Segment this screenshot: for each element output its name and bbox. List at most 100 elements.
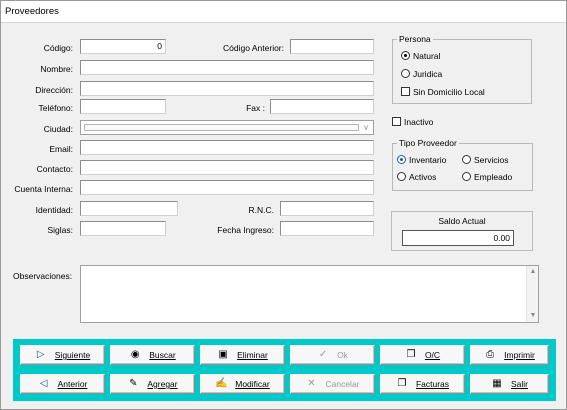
codigo-anterior-field[interactable] [290,39,374,54]
ok-label: Ok [337,350,348,360]
anterior-label: Anterior [57,379,88,389]
observaciones-label: Observaciones: [13,271,73,281]
cancelar-button[interactable]: ✕ Cancelar [290,374,375,394]
facturas-button[interactable]: ❐ Facturas [380,374,465,394]
rnc-field[interactable] [280,201,374,216]
observaciones-textarea[interactable]: ▲ ▼ [80,265,539,323]
anterior-button[interactable]: ◁ Anterior [20,374,105,394]
x-cancel-icon: ✕ [307,378,316,389]
radio-checked-icon[interactable] [401,51,410,60]
inactivo-option[interactable]: Inactivo [392,117,433,127]
checkbox-icon[interactable] [392,117,401,126]
siguiente-button[interactable]: ▷ Siguiente [20,345,105,365]
contacto-label: Contacto: [36,164,73,174]
salir-button[interactable]: ▦ Salir [470,374,549,394]
inactivo-label: Inactivo [404,117,434,127]
tipo-proveedor-group: Tipo Proveedor Inventario Servicios Acti… [392,138,533,191]
radio-checked-icon[interactable] [397,155,406,164]
nombre-field[interactable] [80,60,374,75]
codigo-anterior-label: Código Anterior: [223,43,284,53]
tipo-proveedor-caption: Tipo Proveedor [397,138,459,148]
scroll-down-icon[interactable]: ▼ [528,311,538,321]
scroll-up-icon[interactable]: ▲ [528,267,538,277]
fax-label: Fax : [246,103,265,113]
fax-field[interactable] [270,99,374,114]
imprimir-button[interactable]: ⎙ Imprimir [470,345,549,365]
imprimir-label: Imprimir [504,350,535,360]
siguiente-label: Siguiente [54,350,91,360]
direccion-field[interactable] [80,81,374,96]
pencil-icon: ✎ [129,378,138,389]
eliminar-button[interactable]: ▣ Eliminar [200,345,285,365]
exit-door-icon: ▦ [492,378,502,389]
ciudad-label: Ciudad: [43,124,73,134]
tipo-empleado-option[interactable]: Empleado [462,172,512,182]
persona-caption: Persona [397,34,433,44]
persona-group: Persona Natural Juridica Sin Domicilio L… [392,34,532,104]
eliminar-label: Eliminar [237,350,268,360]
modificar-label: Modificar [235,379,270,389]
documents-icon: ❒ [406,349,416,360]
tipo-inventario-label: Inventario [409,155,447,165]
observaciones-scrollbar[interactable]: ▲ ▼ [526,266,538,322]
binoculars-icon: ◉ [130,349,140,360]
persona-juridica-option[interactable]: Juridica [401,69,442,79]
buscar-label: Buscar [149,350,176,360]
salir-label: Salir [510,379,528,389]
radio-unchecked-icon[interactable] [401,69,410,78]
tipo-empleado-label: Empleado [474,172,513,182]
tipo-servicios-option[interactable]: Servicios [462,155,508,165]
play-right-icon: ▷ [36,349,45,360]
proveedores-window: Proveedores Código: 0 Código Anterior: N… [0,0,567,410]
telefono-field[interactable] [80,99,166,114]
sin-domicilio-label: Sin Domicilio Local [413,87,485,97]
saldo-actual-value: 0.00 [402,230,514,246]
saldo-actual-caption: Saldo Actual [438,216,486,226]
agregar-button[interactable]: ✎ Agregar [110,374,195,394]
siglas-field[interactable] [80,221,166,236]
hand-edit-icon: ✍ [215,378,228,389]
modificar-button[interactable]: ✍ Modificar [200,374,285,394]
oc-label: O/C [424,350,441,360]
identidad-label: Identidad: [35,205,73,215]
fecha-ingreso-field[interactable] [280,221,374,236]
tipo-activos-option[interactable]: Activos [397,172,436,182]
sin-domicilio-option[interactable]: Sin Domicilio Local [401,87,485,97]
oc-button[interactable]: ❒ O/C [380,345,465,365]
agregar-label: Agregar [147,379,178,389]
cuenta-interna-field[interactable] [80,180,374,195]
window-title: Proveedores [5,6,59,17]
radio-unchecked-icon[interactable] [462,155,471,164]
persona-natural-option[interactable]: Natural [401,51,440,61]
checkbox-icon[interactable] [401,87,410,96]
contacto-field[interactable] [80,160,374,175]
checkmark-icon: ✓ [318,349,328,360]
printer-icon: ⎙ [486,349,495,360]
cuenta-interna-label: Cuenta Interna: [14,184,73,194]
siglas-label: Siglas: [47,225,73,235]
invoices-icon: ❐ [397,378,407,389]
email-field[interactable] [80,140,374,155]
play-left-icon: ◁ [39,378,48,389]
chevron-down-icon[interactable]: ∨ [361,123,371,133]
persona-juridica-label: Juridica [413,69,443,79]
codigo-field[interactable]: 0 [80,39,166,54]
ok-button[interactable]: ✓ Ok [290,345,375,365]
radio-unchecked-icon[interactable] [462,172,471,181]
ciudad-combo-value [84,124,359,131]
fecha-ingreso-label: Fecha Ingreso: [217,225,274,235]
cancelar-label: Cancelar [325,379,360,389]
buscar-button[interactable]: ◉ Buscar [110,345,195,365]
nombre-label: Nombre: [40,64,73,74]
saldo-actual-group: Saldo Actual 0.00 [391,211,533,251]
rnc-label: R.N.C. [248,205,275,215]
trash-icon: ▣ [218,349,228,360]
ciudad-combo[interactable]: ∨ [80,120,374,135]
identidad-field[interactable] [80,201,178,216]
facturas-label: Facturas [415,379,450,389]
tipo-inventario-option[interactable]: Inventario [397,155,446,165]
codigo-label: Código: [43,43,73,53]
tipo-activos-label: Activos [409,172,437,182]
email-label: Email: [49,144,73,154]
radio-unchecked-icon[interactable] [397,172,406,181]
